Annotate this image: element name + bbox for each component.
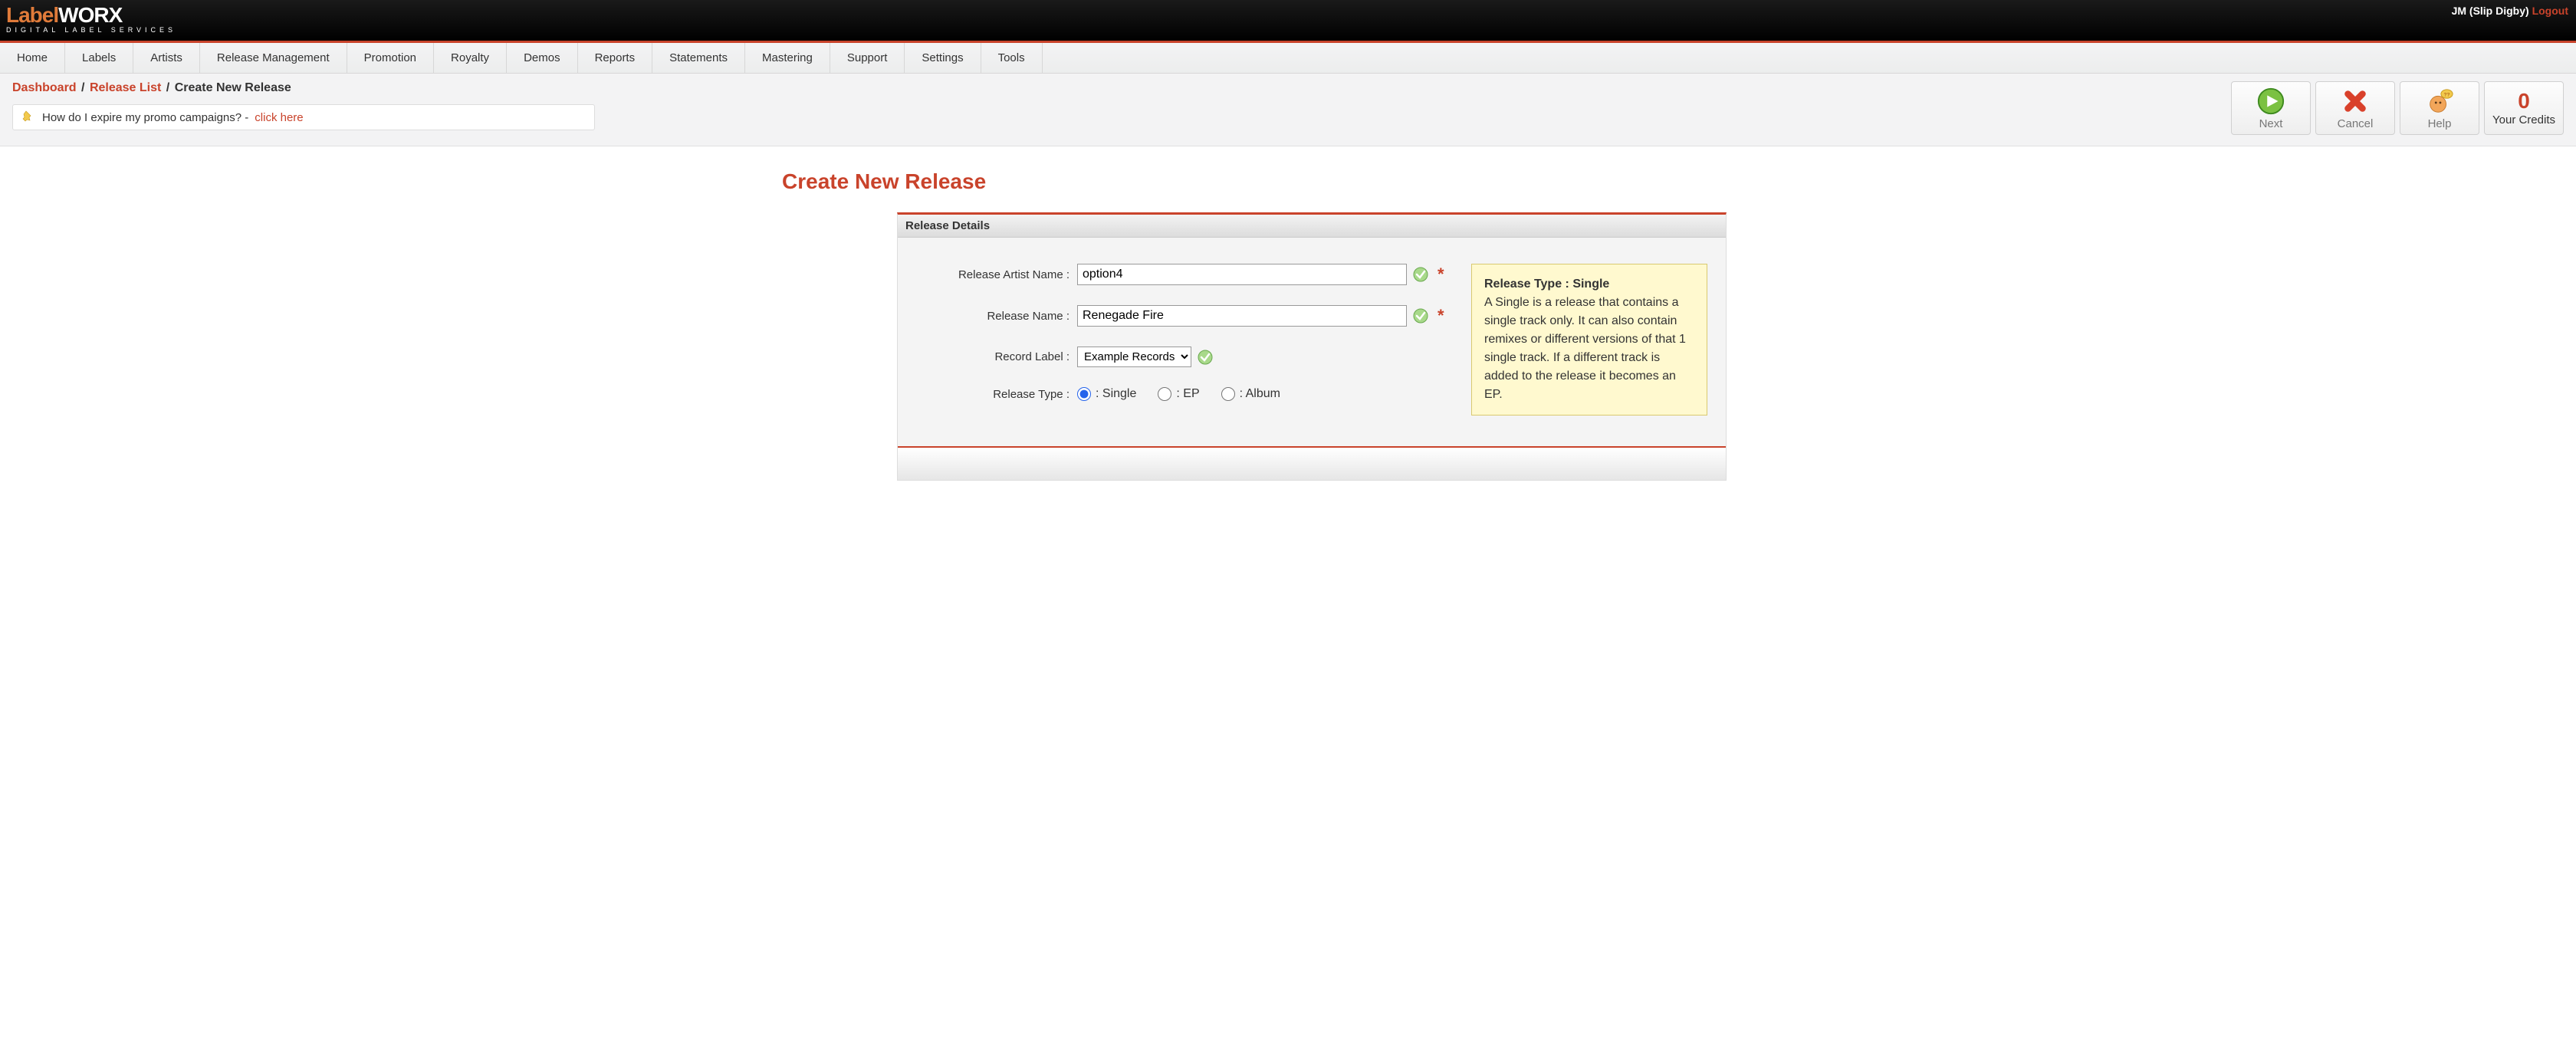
next-button[interactable]: Next	[2231, 81, 2311, 135]
hint-box: How do I expire my promo campaigns? - cl…	[12, 104, 595, 130]
logo-worx: WORX	[58, 3, 122, 28]
nav-reports[interactable]: Reports	[578, 43, 653, 73]
radio-ep[interactable]: : EP	[1158, 387, 1199, 401]
radio-single[interactable]: : Single	[1077, 387, 1136, 401]
logo: LabelWORX DIGITAL LABEL SERVICES	[6, 3, 176, 34]
radio-single-label: : Single	[1096, 387, 1136, 401]
label-artist: Release Artist Name :	[916, 268, 1077, 281]
page-title: Create New Release	[782, 169, 1794, 194]
breadcrumb: Dashboard / Release List / Create New Re…	[12, 81, 595, 95]
label-release-type: Release Type :	[916, 388, 1077, 401]
radio-ep-input[interactable]	[1158, 387, 1171, 401]
play-icon	[2256, 87, 2285, 116]
breadcrumb-dashboard[interactable]: Dashboard	[12, 81, 77, 94]
radio-album-label: : Album	[1240, 387, 1280, 401]
release-name-input[interactable]	[1077, 305, 1407, 327]
userbar: JM (Slip Digby) Logout	[2452, 5, 2568, 17]
nav-statements[interactable]: Statements	[652, 43, 745, 73]
main-nav: Home Labels Artists Release Management P…	[0, 43, 2576, 74]
nav-tools[interactable]: Tools	[981, 43, 1043, 73]
user-name: JM (Slip Digby)	[2452, 5, 2529, 17]
logo-label: Label	[6, 3, 58, 28]
subbar: Dashboard / Release List / Create New Re…	[0, 74, 2576, 146]
info-title: Release Type : Single	[1484, 275, 1694, 294]
help-icon: ??	[2425, 87, 2454, 116]
help-button[interactable]: ?? Help	[2400, 81, 2479, 135]
check-icon	[1413, 308, 1428, 324]
cross-icon	[2341, 87, 2370, 116]
credits-button[interactable]: 0 Your Credits	[2484, 81, 2564, 135]
nav-royalty[interactable]: Royalty	[434, 43, 507, 73]
required-mark: *	[1438, 306, 1444, 326]
cancel-label: Cancel	[2338, 117, 2374, 130]
required-mark: *	[1438, 264, 1444, 284]
check-icon	[1198, 350, 1213, 365]
nav-artists[interactable]: Artists	[133, 43, 200, 73]
nav-release-management[interactable]: Release Management	[200, 43, 347, 73]
hint-text: How do I expire my promo campaigns? -	[42, 111, 248, 124]
breadcrumb-sep: /	[166, 81, 169, 94]
label-record-label: Record Label :	[916, 350, 1077, 363]
breadcrumb-release-list[interactable]: Release List	[90, 81, 161, 94]
next-label: Next	[2259, 117, 2283, 130]
artist-input[interactable]	[1077, 264, 1407, 285]
nav-settings[interactable]: Settings	[905, 43, 981, 73]
radio-ep-label: : EP	[1176, 387, 1199, 401]
credits-label: Your Credits	[2492, 113, 2555, 126]
hint-link[interactable]: click here	[255, 111, 303, 124]
record-label-select[interactable]: Example Records	[1077, 347, 1191, 367]
nav-home[interactable]: Home	[0, 43, 65, 73]
svg-text:??: ??	[2443, 92, 2450, 97]
logout-link[interactable]: Logout	[2532, 5, 2568, 17]
radio-album[interactable]: : Album	[1221, 387, 1280, 401]
panel-title: Release Details	[898, 215, 1726, 238]
release-type-group: : Single : EP : Album	[1077, 387, 1280, 401]
action-buttons: Next Cancel ?? Help 0 Your Credits	[2231, 81, 2564, 135]
label-release-name: Release Name :	[916, 310, 1077, 323]
page: Create New Release Release Details Relea…	[0, 146, 2576, 527]
radio-single-input[interactable]	[1077, 387, 1091, 401]
radio-album-input[interactable]	[1221, 387, 1235, 401]
help-label: Help	[2428, 117, 2452, 130]
breadcrumb-sep: /	[81, 81, 84, 94]
check-icon	[1413, 267, 1428, 282]
topbar: LabelWORX DIGITAL LABEL SERVICES JM (Sli…	[0, 0, 2576, 43]
breadcrumb-current: Create New Release	[175, 81, 291, 94]
nav-support[interactable]: Support	[830, 43, 905, 73]
info-body: A Single is a release that contains a si…	[1484, 294, 1694, 404]
nav-labels[interactable]: Labels	[65, 43, 133, 73]
cancel-button[interactable]: Cancel	[2315, 81, 2395, 135]
nav-promotion[interactable]: Promotion	[347, 43, 434, 73]
logo-subtitle: DIGITAL LABEL SERVICES	[6, 26, 176, 34]
form: Release Artist Name : * Release Name :	[916, 264, 1453, 401]
nav-mastering[interactable]: Mastering	[745, 43, 830, 73]
nav-demos[interactable]: Demos	[507, 43, 578, 73]
info-box: Release Type : Single A Single is a rele…	[1471, 264, 1707, 416]
lightbulb-icon	[21, 110, 36, 125]
credits-value: 0	[2518, 90, 2530, 112]
release-details-panel: Release Details Release Artist Name : *	[897, 212, 1727, 481]
panel-footer	[898, 446, 1726, 480]
